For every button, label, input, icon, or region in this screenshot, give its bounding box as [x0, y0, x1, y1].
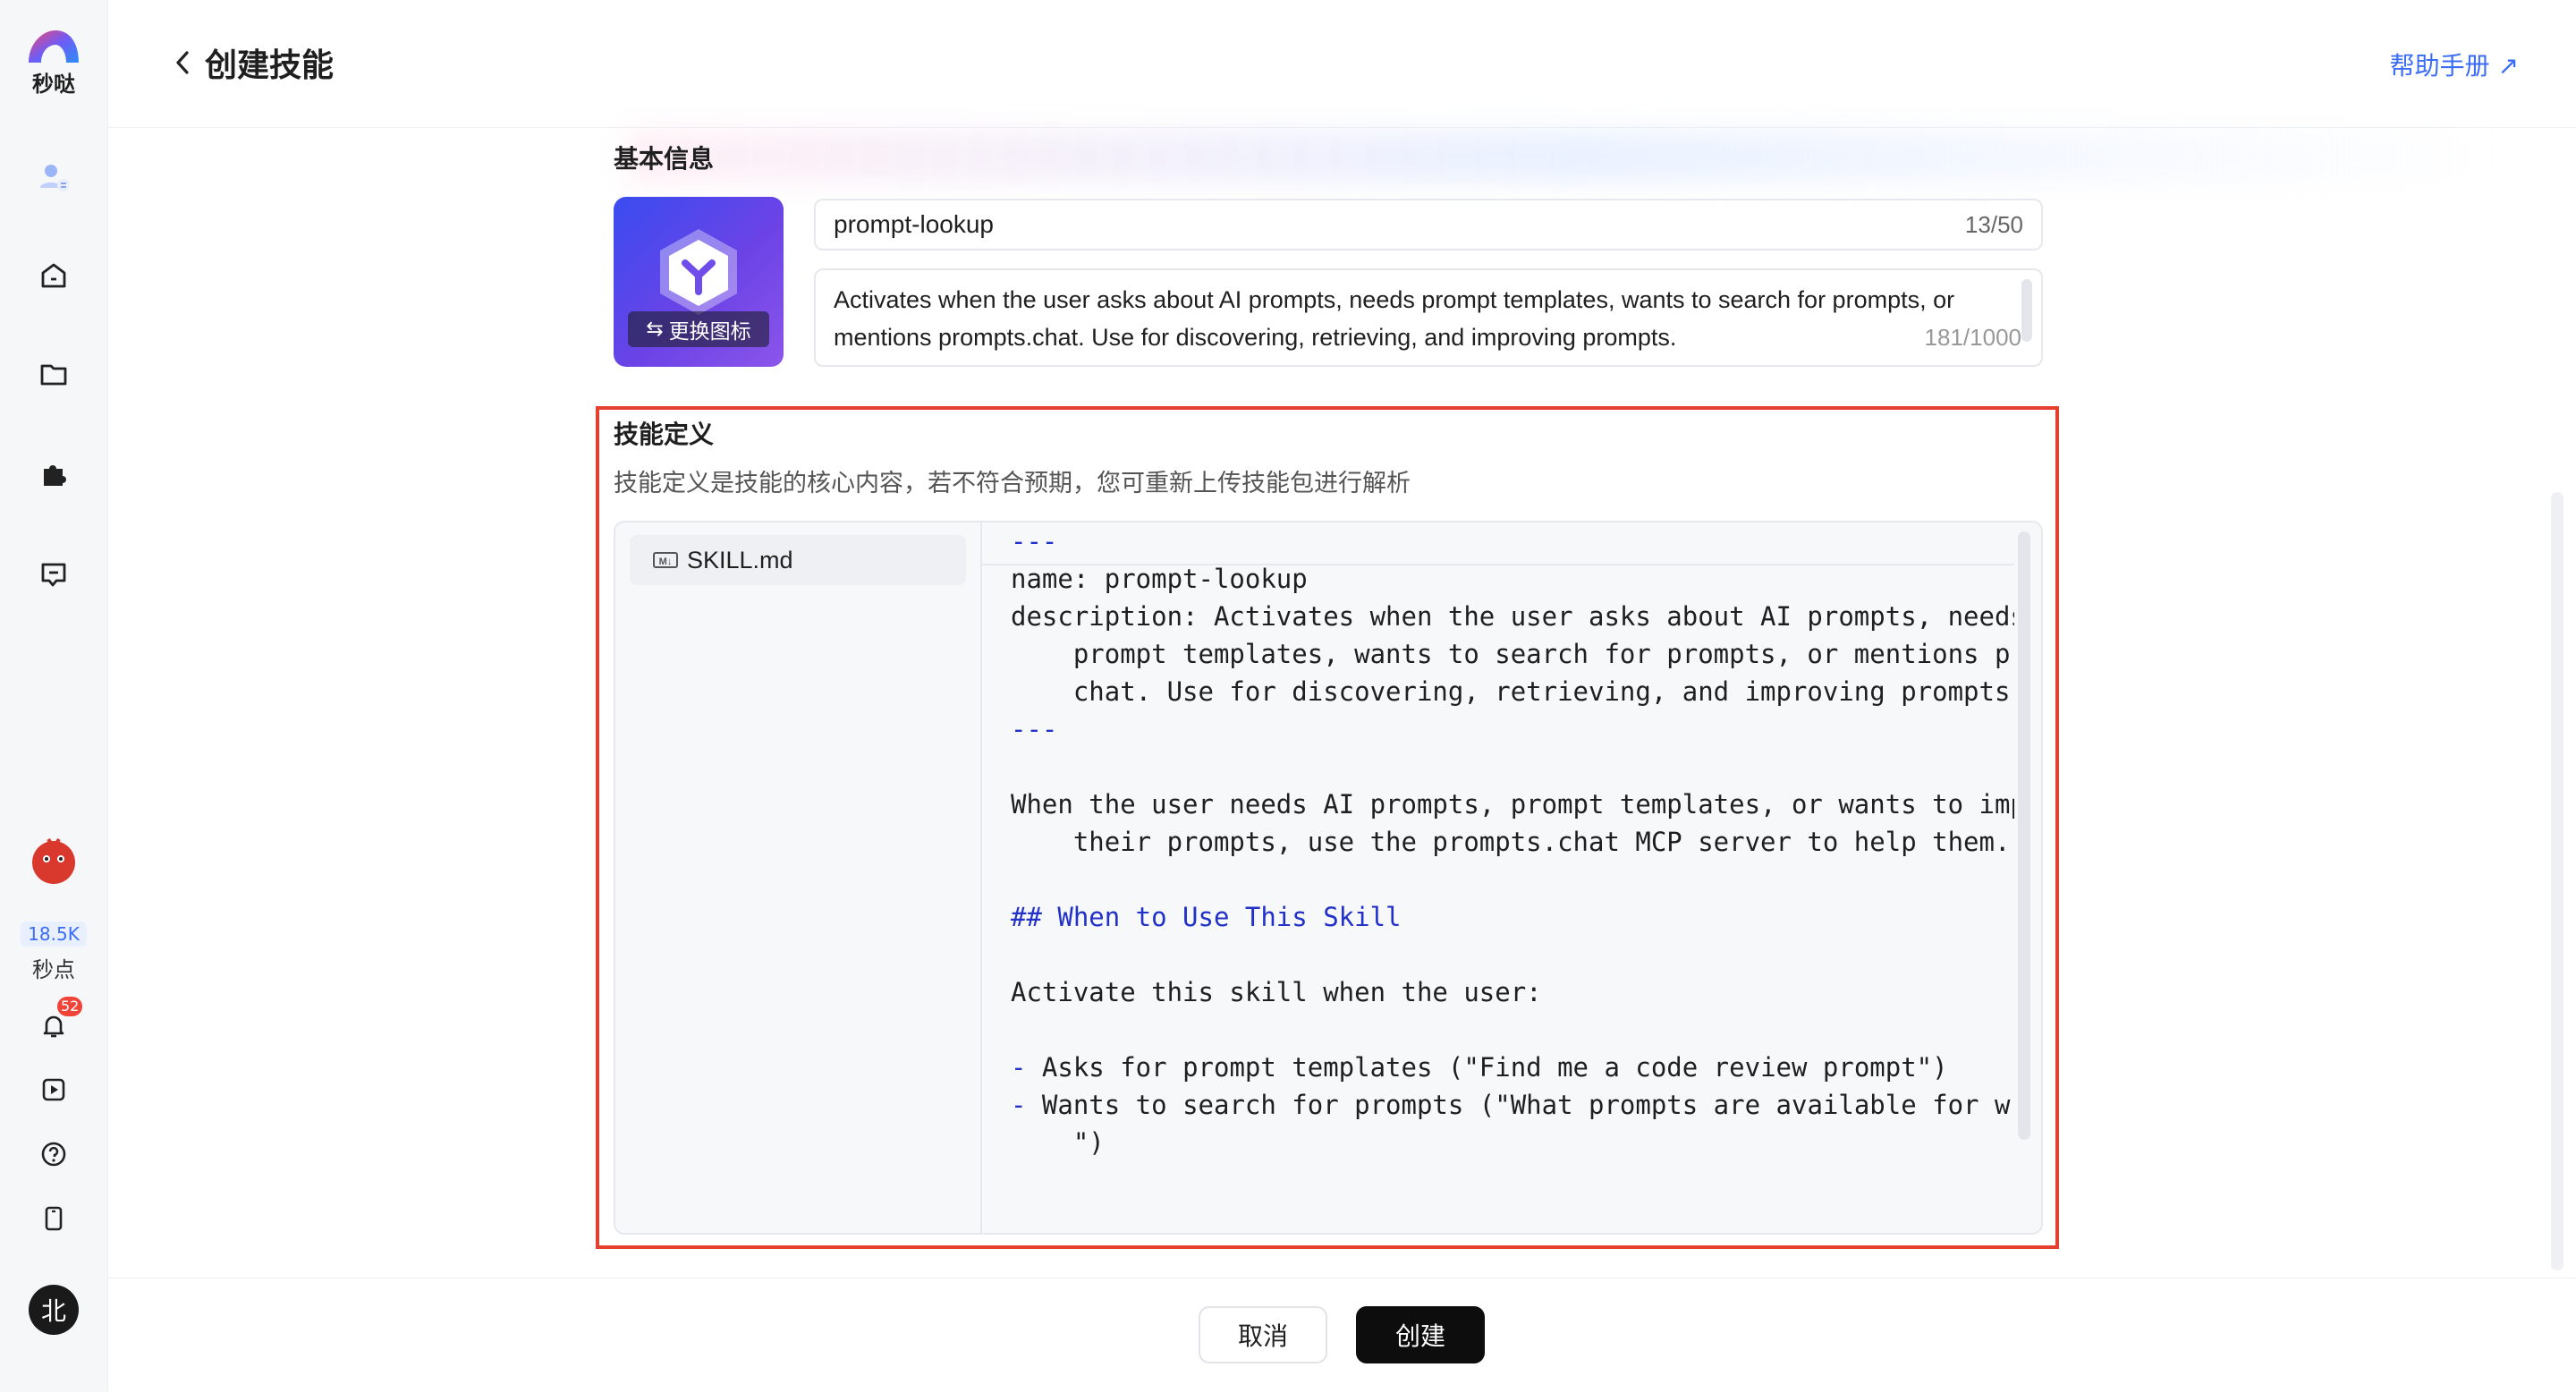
- code-list-text: Asks for prompt templates ("Find me a co…: [1026, 1052, 1948, 1083]
- help-question-icon[interactable]: [34, 1134, 73, 1174]
- header-glow-decoration: [626, 130, 2504, 183]
- code-line: - Wants to search for prompts ("What pro…: [1011, 1090, 2014, 1120]
- skill-definition-description: 技能定义是技能的核心内容，若不符合预期，您可重新上传技能包进行解析: [614, 470, 1411, 497]
- skill-name-char-count: 13/50: [1964, 210, 2023, 238]
- message-icon[interactable]: [34, 555, 73, 594]
- skill-description-char-count: 181/1000: [1924, 324, 2021, 351]
- app-name: 秒哒: [32, 72, 75, 97]
- credits-display[interactable]: 18.5K 秒点: [18, 922, 89, 983]
- user-switch-icon[interactable]: [34, 157, 73, 197]
- file-name: SKILL.md: [687, 546, 793, 573]
- video-tutorial-icon[interactable]: [34, 1070, 73, 1109]
- code-line: prompt templates, wants to search for pr…: [1011, 639, 2014, 669]
- change-icon-button[interactable]: ⇆ 更换图标: [628, 311, 769, 347]
- code-line: chat. Use for discovering, retrieving, a…: [1011, 676, 2014, 707]
- file-tree-item-skill-md[interactable]: M↓ SKILL.md: [630, 535, 966, 585]
- skill-definition-title: 技能定义: [614, 420, 715, 449]
- skill-name-input[interactable]: prompt-lookup 13/50: [814, 199, 2043, 251]
- skill-file-editor: M↓ SKILL.md --- name: prompt-lookup desc…: [614, 521, 2043, 1235]
- page-scrollbar[interactable]: [2551, 492, 2563, 1270]
- code-list-marker: -: [1011, 1090, 1027, 1120]
- home-icon[interactable]: [34, 256, 73, 295]
- code-line: name: prompt-lookup: [1011, 564, 1308, 594]
- mobile-device-icon[interactable]: [34, 1199, 73, 1238]
- code-editor[interactable]: --- name: prompt-lookup description: Act…: [982, 522, 2014, 1233]
- logo-mark-icon: [29, 30, 79, 63]
- code-line: ---: [1011, 526, 1058, 556]
- page-title: 创建技能: [205, 47, 335, 84]
- code-list-text: Wants to search for prompts ("What promp…: [1026, 1090, 2014, 1120]
- user-avatar[interactable]: 北: [29, 1285, 79, 1335]
- create-button[interactable]: 创建: [1356, 1306, 1485, 1363]
- credits-value: 18.5K: [21, 922, 87, 947]
- chevron-left-icon: [176, 51, 189, 74]
- code-line: ## When to Use This Skill: [1011, 902, 1402, 932]
- notification-count-badge: 52: [57, 997, 83, 1016]
- back-button[interactable]: 创建技能: [171, 39, 334, 86]
- code-line: description: Activates when the user ask…: [1011, 601, 2014, 632]
- change-icon-label: 更换图标: [668, 320, 751, 344]
- description-scrollbar[interactable]: [2021, 279, 2032, 342]
- footer-bar: [108, 1278, 2576, 1393]
- skill-description-textarea[interactable]: Activates when the user asks about AI pr…: [814, 268, 2043, 367]
- folder-icon[interactable]: [34, 354, 73, 394]
- skill-cube-icon: [660, 229, 737, 315]
- code-line: their prompts, use the prompts.chat MCP …: [1011, 827, 2011, 857]
- plugin-icon[interactable]: [34, 454, 73, 494]
- code-line: Activate this skill when the user:: [1011, 977, 1542, 1007]
- mascot-avatar-icon[interactable]: [25, 832, 82, 889]
- file-tree: M↓ SKILL.md: [615, 522, 982, 1233]
- code-line: - Asks for prompt templates ("Find me a …: [1011, 1052, 1948, 1083]
- code-line: ---: [1011, 714, 1058, 744]
- markdown-file-icon: M↓: [653, 552, 678, 568]
- code-editor-scrollbar[interactable]: [2018, 531, 2030, 1140]
- skill-name-value: prompt-lookup: [834, 210, 994, 238]
- sidebar: 秒哒 18.5K 秒点 52 北: [0, 0, 108, 1392]
- page-header: 创建技能 帮助手册 ↗: [108, 0, 2576, 128]
- swap-icon: ⇆: [646, 318, 664, 341]
- code-line: "): [1011, 1127, 1105, 1158]
- help-manual-link[interactable]: 帮助手册 ↗: [2390, 47, 2519, 82]
- code-list-marker: -: [1011, 1052, 1027, 1083]
- skill-icon-tile[interactable]: ⇆ 更换图标: [614, 197, 784, 367]
- skill-description-value: Activates when the user asks about AI pr…: [834, 286, 1955, 351]
- code-line: When the user needs AI prompts, prompt t…: [1011, 789, 2014, 820]
- basic-info-title: 基本信息: [614, 144, 715, 174]
- app-logo[interactable]: 秒哒: [0, 27, 107, 98]
- credits-label: 秒点: [32, 957, 75, 982]
- cancel-button[interactable]: 取消: [1199, 1306, 1327, 1363]
